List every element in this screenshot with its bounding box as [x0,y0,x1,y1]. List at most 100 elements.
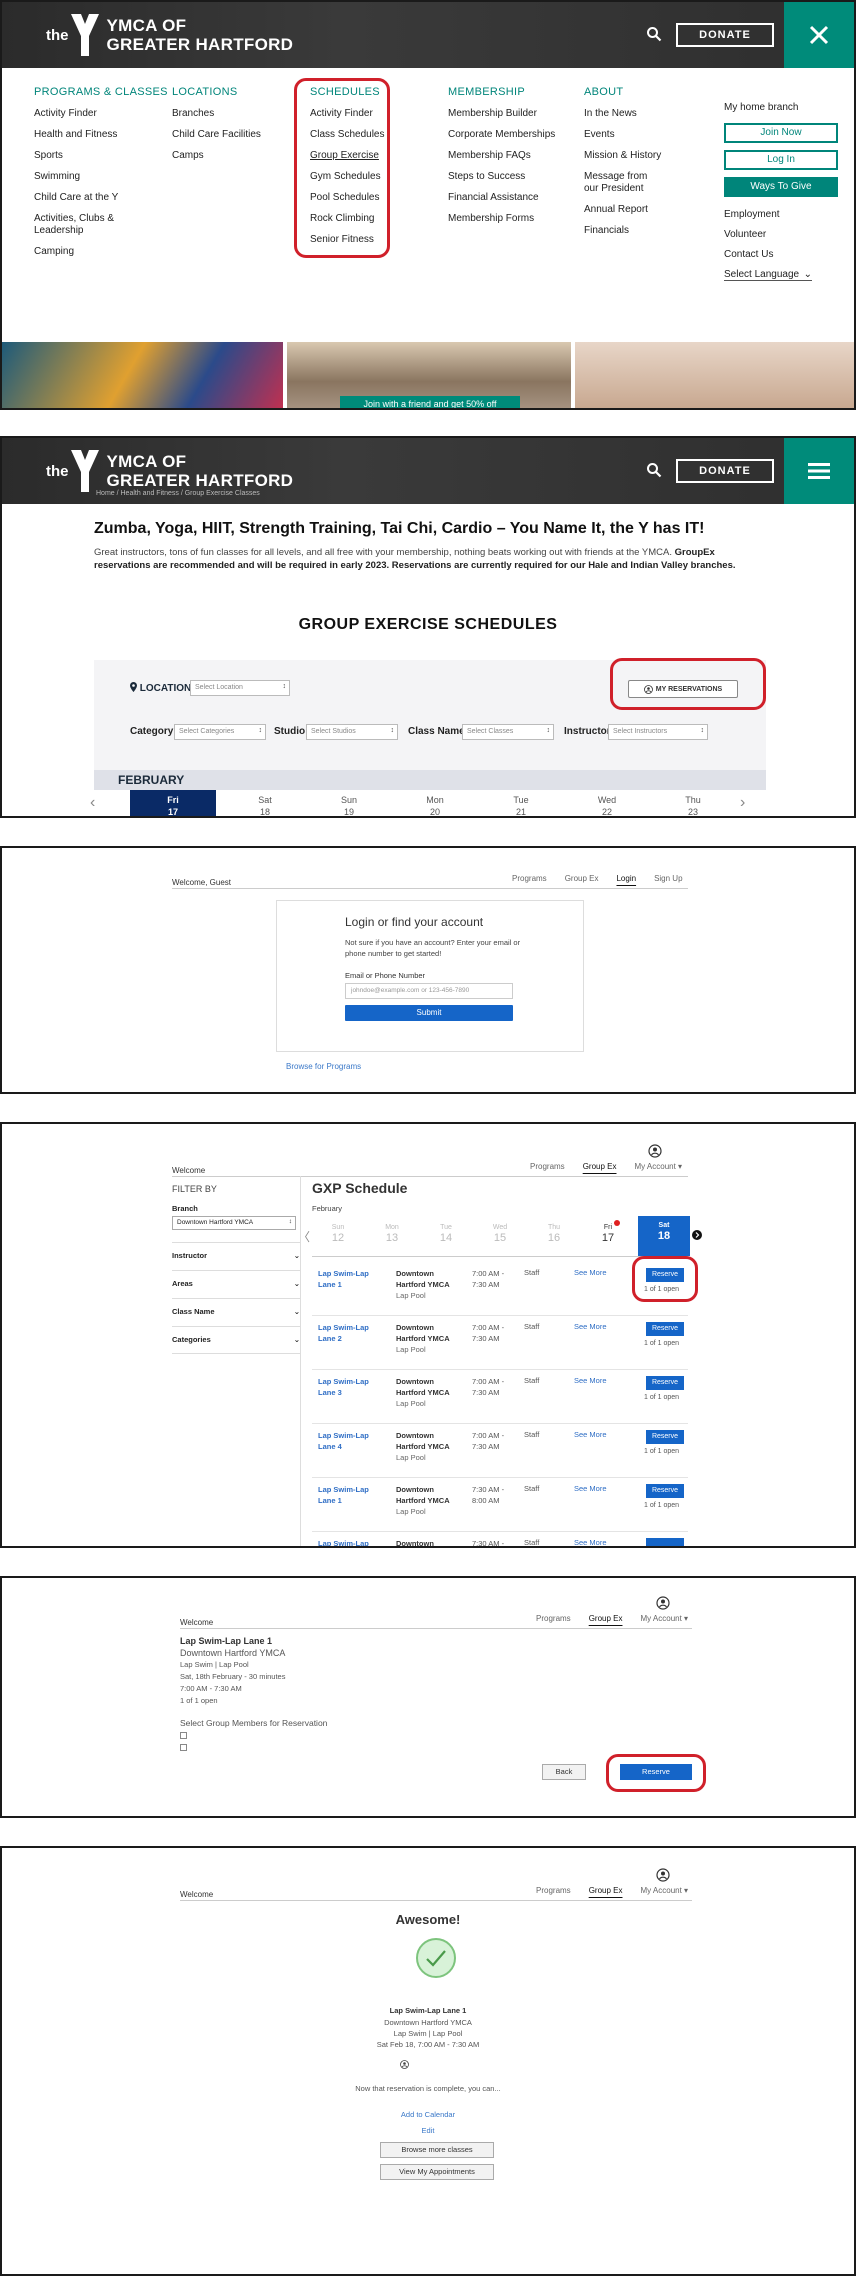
studio-select[interactable]: Select Studios [306,724,398,740]
class-link[interactable]: Lap Swim-Lap Lane 4 [318,1430,376,1452]
add-to-calendar-link[interactable]: Add to Calendar [2,2110,854,2119]
log-in-button[interactable]: Log In [724,150,838,170]
nav-my-account[interactable]: My Account ▾ [640,1614,688,1623]
menu-item[interactable]: Message from our President [584,171,664,195]
menu-item[interactable]: Corporate Memberships [448,129,578,141]
accordion-class-name[interactable]: Class Name ⌄ [172,1298,300,1326]
home-branch-label[interactable]: My home branch [724,102,838,113]
menu-heading[interactable]: SCHEDULES [310,86,390,98]
menu-heading[interactable]: MEMBERSHIP [448,86,578,98]
menu-item[interactable]: In the News [584,108,674,120]
back-button[interactable]: Back [542,1764,586,1780]
search-icon[interactable] [646,26,662,42]
accordion-areas[interactable]: Areas ⌄ [172,1270,300,1298]
language-select[interactable]: Select Language ⌄ [724,269,812,281]
menu-item[interactable]: Financial Assistance [448,192,578,204]
nav-my-account[interactable]: My Account ▾ [634,1162,682,1171]
class-link[interactable]: Lap Swim-Lap [318,1538,376,1546]
gxp-day-tab[interactable]: Wed 15 [476,1218,524,1254]
gxp-day-tab[interactable]: Tue 14 [422,1218,470,1254]
menu-item[interactable]: Steps to Success [448,171,578,183]
menu-item-group-exercise[interactable]: Group Exercise [310,150,390,162]
menu-item[interactable]: Senior Fitness [310,234,390,246]
menu-item[interactable]: Financials [584,225,674,237]
menu-item[interactable]: Membership Builder [448,108,578,120]
menu-item[interactable]: Branches [172,108,292,120]
ways-to-give-button[interactable]: Ways To Give [724,177,838,197]
menu-item[interactable]: Mission & History [584,150,674,162]
day-tab[interactable]: Sun 19 [306,790,392,816]
category-select[interactable]: Select Categories [174,724,266,740]
instructor-select[interactable]: Select Instructors [608,724,708,740]
email-phone-input[interactable]: johndoe@example.com or 123-456-7890 [345,983,513,999]
see-more-link[interactable]: See More [574,1376,607,1385]
menu-item[interactable]: Child Care Facilities [172,129,292,141]
menu-heading[interactable]: LOCATIONS [172,86,292,98]
see-more-link[interactable]: See More [574,1538,607,1546]
nav-programs[interactable]: Programs [530,1162,565,1171]
search-icon[interactable] [646,462,662,478]
accordion-categories[interactable]: Categories ⌄ [172,1326,300,1354]
location-select[interactable]: Select Location [190,680,290,696]
gxp-day-tab[interactable]: Thu 16 [530,1218,578,1254]
member-checkbox[interactable] [180,1732,187,1739]
volunteer-link[interactable]: Volunteer [724,229,838,240]
class-link[interactable]: Lap Swim-Lap Lane 3 [318,1376,376,1398]
menu-item[interactable]: Membership Forms [448,213,578,225]
employment-link[interactable]: Employment [724,209,838,220]
browse-programs-link[interactable]: Browse for Programs [286,1062,361,1071]
chevron-right-icon[interactable]: › [740,794,745,812]
account-icon[interactable] [648,1144,662,1158]
menu-item[interactable]: Health and Fitness [34,129,174,141]
menu-heading[interactable]: PROGRAMS & CLASSES [34,86,174,98]
account-icon[interactable] [656,1868,670,1882]
day-tab[interactable]: Sat 18 [222,790,308,816]
nav-sign-up[interactable]: Sign Up [654,874,682,883]
accordion-instructor[interactable]: Instructor ⌄ [172,1242,300,1270]
nav-programs[interactable]: Programs [512,874,547,883]
class-name-select[interactable]: Select Classes [462,724,554,740]
reserve-button[interactable]: Reserve [646,1484,684,1498]
see-more-link[interactable]: See More [574,1322,607,1331]
hamburger-menu-button[interactable] [784,438,854,504]
contact-link[interactable]: Contact Us [724,249,838,260]
reserve-button[interactable]: Reserve [646,1376,684,1390]
nav-group-ex[interactable]: Group Ex [565,874,599,883]
menu-heading[interactable]: ABOUT [584,86,674,98]
branch-select[interactable]: Downtown Hartford YMCA ↕ [172,1216,296,1230]
day-tab[interactable]: Mon 20 [392,790,478,816]
view-appointments-button[interactable]: View My Appointments [380,2164,494,2180]
menu-item[interactable]: Class Schedules [310,129,390,141]
day-tab[interactable]: Wed 22 [564,790,650,816]
ymca-logo[interactable]: the YMCA OF GREATER HARTFORD [46,448,293,494]
menu-item[interactable]: Camps [172,150,292,162]
menu-item[interactable]: Activity Finder [34,108,174,120]
nav-group-ex[interactable]: Group Ex [589,1614,623,1623]
class-link[interactable]: Lap Swim-Lap Lane 1 [318,1268,376,1290]
chevron-left-icon[interactable]: 〈 [298,1228,310,1245]
ymca-logo[interactable]: the YMCA OF GREATER HARTFORD [46,12,293,58]
gxp-day-tab[interactable]: Sun 12 [314,1218,362,1254]
submit-button[interactable]: Submit [345,1005,513,1021]
menu-item[interactable]: Events [584,129,674,141]
donate-button[interactable]: DONATE [676,23,774,47]
class-link[interactable]: Lap Swim-Lap Lane 2 [318,1322,376,1344]
chevron-right-circle-icon[interactable] [692,1230,702,1240]
browse-more-button[interactable]: Browse more classes [380,2142,494,2158]
menu-item[interactable]: Activities, Clubs & Leadership [34,213,120,237]
nav-programs[interactable]: Programs [536,1614,571,1623]
gxp-day-tab-active[interactable]: Sat 18 [638,1216,690,1256]
menu-item[interactable]: Rock Climbing [310,213,390,225]
nav-login[interactable]: Login [616,874,636,883]
nav-my-account[interactable]: My Account ▾ [640,1886,688,1895]
chevron-left-icon[interactable]: ‹ [90,794,95,812]
promo-banner[interactable]: Join with a friend and get 50% off [340,396,520,408]
menu-item[interactable]: Annual Report [584,204,674,216]
class-link[interactable]: Lap Swim-Lap Lane 1 [318,1484,376,1506]
day-tab[interactable]: Thu 23 [650,790,736,816]
nav-group-ex[interactable]: Group Ex [589,1886,623,1895]
nav-group-ex[interactable]: Group Ex [583,1162,617,1171]
breadcrumb[interactable]: Home / Health and Fitness / Group Exerci… [96,490,260,497]
menu-item[interactable]: Pool Schedules [310,192,390,204]
menu-item[interactable]: Activity Finder [310,108,390,120]
